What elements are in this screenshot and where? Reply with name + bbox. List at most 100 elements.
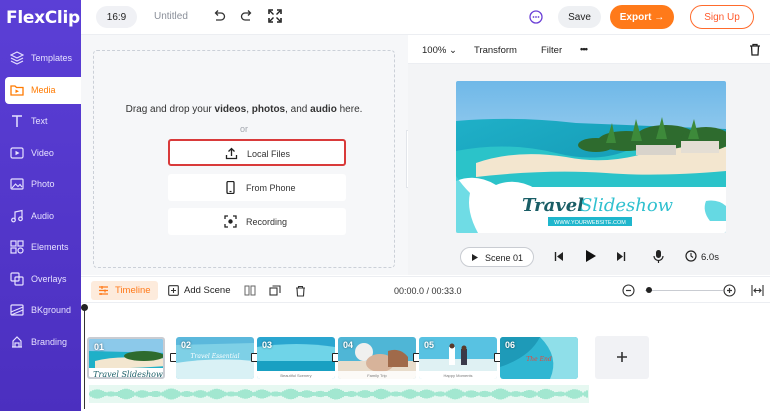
split-icon[interactable] xyxy=(244,285,256,296)
more-options-icon[interactable]: ••• xyxy=(580,44,588,55)
preview-panel: 100% ⌄ Transform Filter ••• Travel Slide… xyxy=(408,35,770,275)
top-bar: 16:9 Untitled Save Export → Sign Up xyxy=(81,0,770,35)
preview-toolbar: 100% ⌄ Transform Filter ••• xyxy=(408,35,770,64)
text-icon xyxy=(12,115,22,127)
play-icon[interactable] xyxy=(585,249,597,263)
phone-icon xyxy=(226,181,235,194)
add-scene-button[interactable]: Add Scene xyxy=(184,285,230,296)
skip-back-icon[interactable] xyxy=(554,251,564,262)
zoom-dropdown[interactable]: 100% ⌄ xyxy=(422,45,457,56)
scene-clip-01[interactable]: Travel Slideshow 01 xyxy=(87,337,165,379)
from-phone-button[interactable]: From Phone xyxy=(168,174,346,201)
zoom-slider[interactable] xyxy=(645,290,723,291)
scene-duration[interactable]: 6.0s xyxy=(701,252,719,263)
sidebar-item-text[interactable]: Text xyxy=(0,108,81,135)
svg-text:Travel Essential: Travel Essential xyxy=(191,353,240,360)
upload-dropzone[interactable]: Drag and drop your videos, photos, and a… xyxy=(93,50,395,268)
timecode: 00:00.0 / 00:33.0 xyxy=(394,286,462,296)
export-button[interactable]: Export → xyxy=(610,5,674,29)
overlays-icon xyxy=(10,272,24,286)
zoom-out-icon[interactable] xyxy=(622,284,635,297)
or-divider: or xyxy=(239,124,248,134)
from-phone-label: From Phone xyxy=(246,183,296,193)
duplicate-icon[interactable] xyxy=(269,285,281,296)
sidebar-item-audio[interactable]: Audio xyxy=(0,203,81,230)
play-small-icon xyxy=(472,254,478,261)
sidebar-item-bkground[interactable]: BKground xyxy=(0,297,81,324)
scene-clip-05[interactable]: Happy Moments 05 xyxy=(419,337,497,379)
playhead[interactable] xyxy=(84,309,85,409)
trash-icon[interactable] xyxy=(749,43,761,56)
chevron-down-icon: ⌄ xyxy=(448,45,457,56)
recording-label: Recording xyxy=(246,217,288,227)
add-scene-icon[interactable] xyxy=(168,285,179,296)
delete-scene-icon[interactable] xyxy=(295,285,306,297)
sidebar-item-label: Templates xyxy=(31,53,73,63)
dropzone-instructions: Drag and drop your videos, photos, and a… xyxy=(125,104,363,115)
video-canvas[interactable]: Travel Slideshow WWW.YOURWEBSITE.COM xyxy=(456,81,726,233)
sidebar-item-label: Overlays xyxy=(31,274,67,284)
zoom-in-icon[interactable] xyxy=(723,284,736,297)
microphone-icon[interactable] xyxy=(653,249,664,264)
scene-clip-02[interactable]: Travel Essential 02 xyxy=(176,337,254,379)
playback-controls: Scene 01 6.0s xyxy=(408,239,770,275)
svg-text:Family Trip: Family Trip xyxy=(367,373,387,378)
canvas-title-slideshow: Slideshow xyxy=(580,195,674,216)
scene-clip-04[interactable]: Family Trip 04 xyxy=(338,337,416,379)
filter-button[interactable]: Filter xyxy=(541,45,562,56)
folder-icon xyxy=(10,85,24,96)
svg-text:Beautiful Scenery: Beautiful Scenery xyxy=(280,373,311,378)
flexclip-logo[interactable]: FlexClip xyxy=(6,8,80,28)
audio-waveform-track[interactable] xyxy=(89,385,589,403)
sidebar-item-label: Media xyxy=(31,85,56,95)
elements-icon xyxy=(10,240,24,254)
video-icon xyxy=(10,147,24,159)
sidebar-item-templates[interactable]: Templates xyxy=(0,45,81,72)
aspect-ratio-button[interactable]: 16:9 xyxy=(96,6,137,28)
sidebar-item-label: Branding xyxy=(31,337,68,347)
transform-button[interactable]: Transform xyxy=(474,45,517,56)
sidebar-item-elements[interactable]: Elements xyxy=(0,234,81,261)
timeline-tab[interactable]: Timeline xyxy=(91,281,158,300)
sidebar-item-label: Elements xyxy=(31,242,69,252)
save-button[interactable]: Save xyxy=(558,6,601,28)
fullscreen-icon[interactable] xyxy=(268,9,282,23)
project-title[interactable]: Untitled xyxy=(154,11,188,22)
add-scene-plus-button[interactable] xyxy=(595,336,649,379)
canvas-url: WWW.YOURWEBSITE.COM xyxy=(554,220,626,226)
sidebar-item-label: Photo xyxy=(31,179,55,189)
svg-text:Travel Slideshow: Travel Slideshow xyxy=(93,370,163,379)
fit-timeline-icon[interactable] xyxy=(751,284,764,297)
sidebar: FlexClip Templates Media Text Video Phot… xyxy=(0,0,81,411)
sidebar-item-media[interactable]: Media xyxy=(5,77,81,104)
sidebar-item-photo[interactable]: Photo xyxy=(0,171,81,198)
svg-text:The End: The End xyxy=(526,356,552,363)
upload-icon xyxy=(225,147,238,160)
layers-icon xyxy=(10,51,24,65)
branding-icon xyxy=(12,336,22,348)
sidebar-item-label: BKground xyxy=(31,305,72,315)
redo-icon[interactable] xyxy=(240,9,254,23)
local-files-button[interactable]: Local Files xyxy=(168,139,346,166)
sign-up-button[interactable]: Sign Up xyxy=(690,5,754,29)
local-files-label: Local Files xyxy=(247,149,291,159)
recording-button[interactable]: Recording xyxy=(168,208,346,235)
playhead-handle[interactable] xyxy=(81,304,88,311)
undo-icon[interactable] xyxy=(212,9,226,23)
timeline-icon xyxy=(99,286,108,295)
timeline-toolbar: Timeline Add Scene 00:00.0 / 00:33.0 xyxy=(81,276,770,303)
scene-clip-03[interactable]: Beautiful Scenery 03 xyxy=(257,337,335,379)
timeline-tracks: Travel Slideshow 01 Travel Essential 02 … xyxy=(81,303,770,411)
canvas-title-travel: Travel xyxy=(522,195,584,216)
scene-clip-06[interactable]: The End 06 xyxy=(500,337,578,379)
travel-scene-image: Travel Slideshow WWW.YOURWEBSITE.COM xyxy=(456,81,726,233)
record-icon xyxy=(224,215,237,228)
media-panel: Drag and drop your videos, photos, and a… xyxy=(81,35,408,275)
skip-forward-icon[interactable] xyxy=(616,251,626,262)
zoom-slider-handle[interactable] xyxy=(645,287,652,293)
sidebar-item-video[interactable]: Video xyxy=(0,140,81,167)
sidebar-item-overlays[interactable]: Overlays xyxy=(0,266,81,293)
chat-icon[interactable] xyxy=(529,10,543,24)
scene-selector[interactable]: Scene 01 xyxy=(460,247,534,267)
sidebar-item-branding[interactable]: Branding xyxy=(0,329,81,356)
